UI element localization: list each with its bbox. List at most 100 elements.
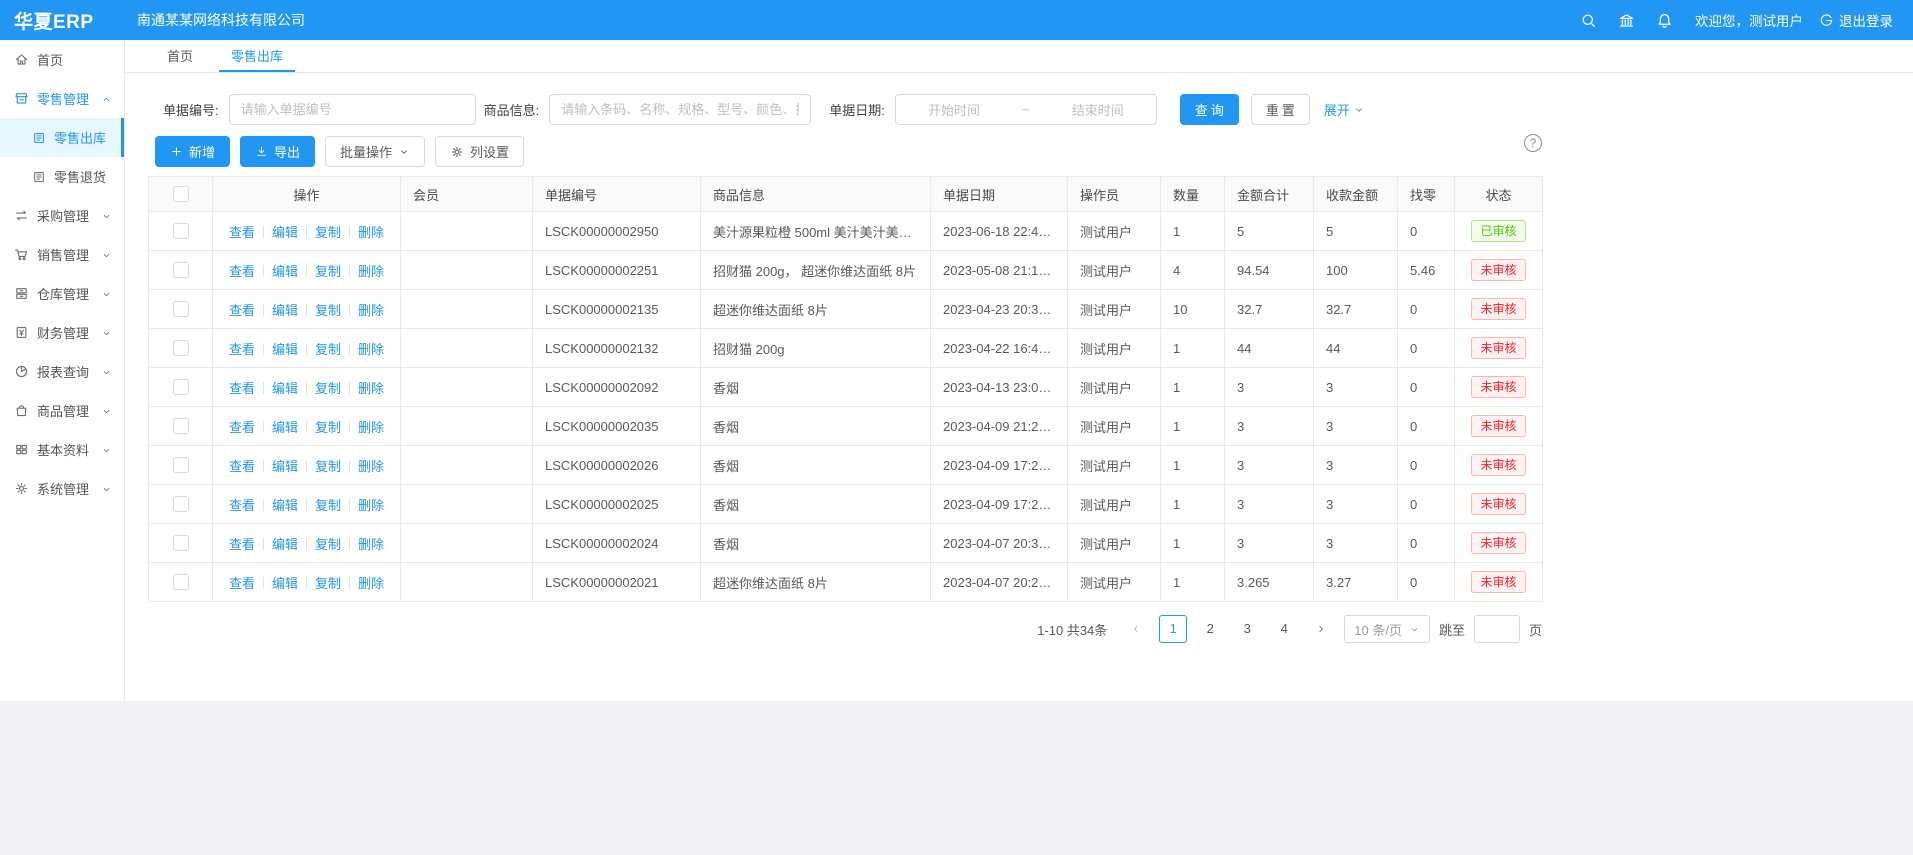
copy-link[interactable]: 复制: [315, 225, 341, 240]
notifications-button[interactable]: [1645, 0, 1683, 40]
prev-page-button[interactable]: [1122, 615, 1150, 643]
column-settings-button[interactable]: 列设置: [435, 136, 524, 167]
row-checkbox[interactable]: [173, 496, 189, 512]
next-page-button[interactable]: [1307, 615, 1335, 643]
row-checkbox[interactable]: [173, 379, 189, 395]
page-4-button[interactable]: 4: [1270, 615, 1298, 643]
sidebar-item-report[interactable]: 报表查询: [0, 352, 124, 391]
delete-link[interactable]: 删除: [358, 381, 384, 396]
batch-actions-button[interactable]: 批量操作: [325, 136, 425, 167]
sidebar-item-finance[interactable]: 财务管理: [0, 313, 124, 352]
copy-link[interactable]: 复制: [315, 303, 341, 318]
tab-home[interactable]: 首页: [155, 40, 205, 72]
grid-icon: [14, 442, 29, 457]
cell-member: [401, 368, 533, 407]
edit-link[interactable]: 编辑: [272, 303, 298, 318]
delete-link[interactable]: 删除: [358, 264, 384, 279]
delete-link[interactable]: 删除: [358, 225, 384, 240]
delete-link[interactable]: 删除: [358, 420, 384, 435]
page-2-button[interactable]: 2: [1196, 615, 1224, 643]
chevron-down-icon: [101, 250, 112, 261]
sidebar-item-basic[interactable]: 基本资料: [0, 430, 124, 469]
sidebar-item-warehouse[interactable]: 仓库管理: [0, 274, 124, 313]
cell-qty: 1: [1161, 524, 1225, 563]
delete-link[interactable]: 删除: [358, 498, 384, 513]
search-button[interactable]: [1569, 0, 1607, 40]
sidebar-item-sale[interactable]: 销售管理: [0, 235, 124, 274]
add-button[interactable]: 新增: [155, 136, 230, 167]
edit-link[interactable]: 编辑: [272, 459, 298, 474]
page-1-button[interactable]: 1: [1159, 615, 1187, 643]
copy-link[interactable]: 复制: [315, 459, 341, 474]
view-link[interactable]: 查看: [229, 342, 255, 357]
view-link[interactable]: 查看: [229, 381, 255, 396]
edit-link[interactable]: 编辑: [272, 342, 298, 357]
sidebar-item-home[interactable]: 首页: [0, 40, 124, 79]
edit-link[interactable]: 编辑: [272, 381, 298, 396]
column-header: 会员: [401, 177, 533, 212]
edit-link[interactable]: 编辑: [272, 225, 298, 240]
row-checkbox[interactable]: [173, 262, 189, 278]
sidebar-item-purchase[interactable]: 采购管理: [0, 196, 124, 235]
row-checkbox[interactable]: [173, 418, 189, 434]
delete-link[interactable]: 删除: [358, 303, 384, 318]
row-checkbox[interactable]: [173, 340, 189, 356]
view-link[interactable]: 查看: [229, 420, 255, 435]
delete-link[interactable]: 删除: [358, 576, 384, 591]
sidebar-item-retail-return[interactable]: 零售退货: [0, 157, 124, 196]
search-submit-button[interactable]: 查询: [1180, 94, 1239, 125]
view-link[interactable]: 查看: [229, 498, 255, 513]
row-checkbox[interactable]: [173, 574, 189, 590]
help-icon[interactable]: ?: [1524, 134, 1542, 152]
copy-link[interactable]: 复制: [315, 420, 341, 435]
cell-actions: 查看 编辑 复制 删除: [213, 407, 401, 446]
date-range-input[interactable]: 开始时间 ~ 结束时间: [895, 94, 1157, 125]
boxes-icon: [14, 286, 29, 301]
copy-link[interactable]: 复制: [315, 537, 341, 552]
edit-link[interactable]: 编辑: [272, 498, 298, 513]
cell-product: 超迷你维达面纸 8片: [701, 563, 931, 602]
copy-link[interactable]: 复制: [315, 381, 341, 396]
view-link[interactable]: 查看: [229, 537, 255, 552]
sidebar-item-retail[interactable]: 零售管理: [0, 79, 124, 118]
row-checkbox[interactable]: [173, 535, 189, 551]
sidebar-item-retail-out[interactable]: 零售出库: [0, 118, 124, 157]
product-info-input[interactable]: [549, 94, 811, 125]
page-size-select[interactable]: 10 条/页: [1344, 615, 1430, 643]
cell-total: 94.54: [1225, 251, 1314, 290]
row-checkbox[interactable]: [173, 223, 189, 239]
tab-retail-out[interactable]: 零售出库: [219, 40, 295, 72]
copy-link[interactable]: 复制: [315, 264, 341, 279]
chevron-down-icon: [101, 406, 112, 417]
view-link[interactable]: 查看: [229, 225, 255, 240]
edit-link[interactable]: 编辑: [272, 576, 298, 591]
view-link[interactable]: 查看: [229, 459, 255, 474]
edit-link[interactable]: 编辑: [272, 537, 298, 552]
sidebar-item-goods[interactable]: 商品管理: [0, 391, 124, 430]
jump-page-input[interactable]: [1474, 615, 1520, 643]
row-checkbox[interactable]: [173, 301, 189, 317]
export-button[interactable]: 导出: [240, 136, 315, 167]
sidebar-item-system[interactable]: 系统管理: [0, 469, 124, 508]
copy-link[interactable]: 复制: [315, 576, 341, 591]
row-checkbox[interactable]: [173, 457, 189, 473]
delete-link[interactable]: 删除: [358, 537, 384, 552]
select-all-checkbox[interactable]: [173, 186, 189, 202]
copy-link[interactable]: 复制: [315, 498, 341, 513]
copy-link[interactable]: 复制: [315, 342, 341, 357]
edit-link[interactable]: 编辑: [272, 264, 298, 279]
view-link[interactable]: 查看: [229, 303, 255, 318]
expand-filters-link[interactable]: 展开: [1324, 100, 1365, 119]
delete-link[interactable]: 删除: [358, 459, 384, 474]
delete-link[interactable]: 删除: [358, 342, 384, 357]
chevron-down-icon: [1409, 624, 1420, 635]
view-link[interactable]: 查看: [229, 576, 255, 591]
cell-product: 香烟: [701, 524, 931, 563]
platform-button[interactable]: [1607, 0, 1645, 40]
reset-button[interactable]: 重置: [1251, 94, 1310, 125]
page-3-button[interactable]: 3: [1233, 615, 1261, 643]
view-link[interactable]: 查看: [229, 264, 255, 279]
logout-button[interactable]: 退出登录: [1819, 10, 1893, 30]
bill-no-input[interactable]: [229, 94, 476, 125]
edit-link[interactable]: 编辑: [272, 420, 298, 435]
